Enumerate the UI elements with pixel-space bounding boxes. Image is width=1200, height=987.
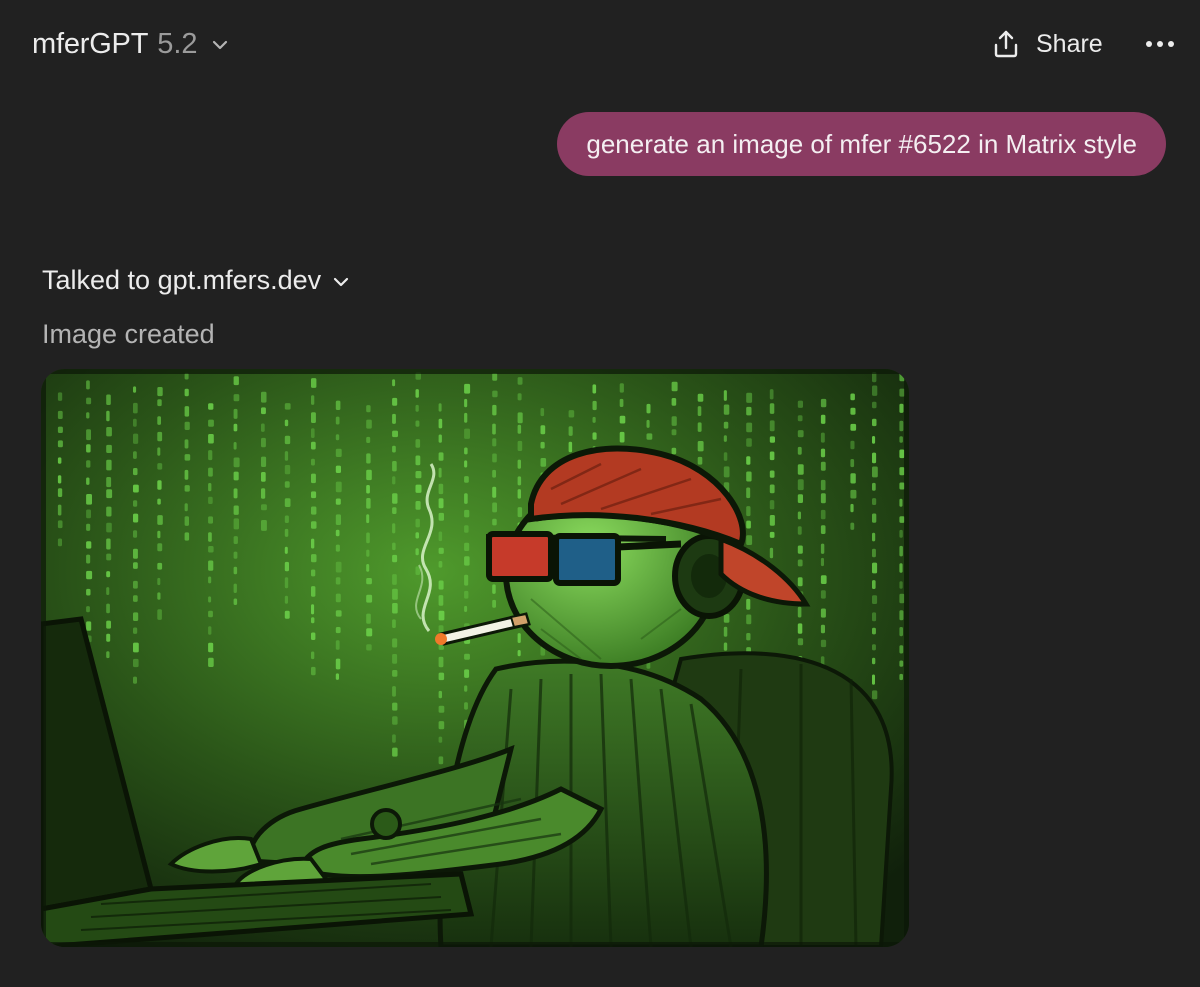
- watch: [370, 808, 402, 840]
- user-message-bubble: generate an image of mfer #6522 in Matri…: [557, 112, 1166, 176]
- share-label: Share: [1036, 29, 1103, 58]
- top-bar: mferGPT 5.2 Share: [0, 0, 1200, 88]
- glasses-blue-lens: [553, 533, 621, 586]
- glasses-red-lens: [486, 531, 554, 582]
- more-horizontal-icon: [1146, 41, 1174, 47]
- image-status: Image created: [42, 319, 215, 349]
- model-name: mferGPT: [32, 27, 149, 60]
- tool-call-toggle[interactable]: Talked to gpt.mfers.dev: [42, 258, 351, 302]
- chevron-down-icon: [334, 277, 349, 286]
- chevron-down-icon: [212, 40, 227, 50]
- generated-image[interactable]: [41, 369, 909, 947]
- share-upload-icon: [994, 30, 1018, 58]
- user-message-text: generate an image of mfer #6522 in Matri…: [586, 128, 1137, 159]
- model-version: 5.2: [157, 27, 198, 60]
- matrix-mfer-illustration: [41, 369, 909, 947]
- more-options-button[interactable]: [1142, 28, 1178, 60]
- model-switcher[interactable]: mferGPT 5.2: [32, 24, 230, 64]
- share-button[interactable]: Share: [990, 24, 1103, 64]
- tool-call-label: Talked to gpt.mfers.dev: [42, 264, 322, 295]
